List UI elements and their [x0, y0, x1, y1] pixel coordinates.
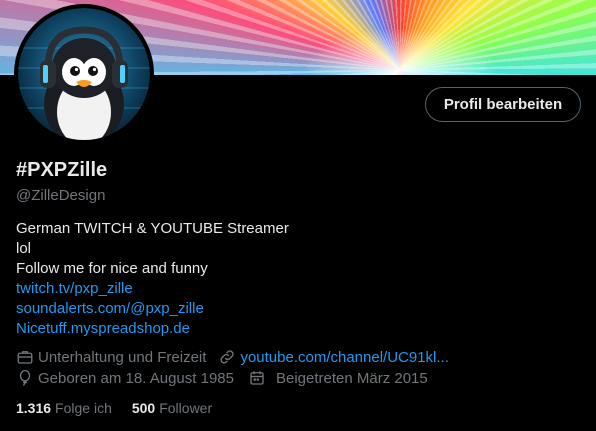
balloon-icon [19, 369, 31, 386]
meta-birthday: Geboren am 18. August 1985 [16, 369, 234, 387]
profile-avatar[interactable] [14, 4, 154, 144]
profile-bio: German TWITCH & YOUTUBE Streamer lol Fol… [16, 219, 289, 339]
link-icon [220, 350, 234, 364]
bio-line: German TWITCH & YOUTUBE Streamer [16, 220, 289, 237]
bio-link-soundalerts[interactable]: soundalerts.com/@pxp_zille [16, 300, 204, 317]
followers-label: Follower [159, 400, 213, 416]
bio-link-shop[interactable]: Nicetuff.myspreadshop.de [16, 320, 190, 337]
category-text: Unterhaltung und Freizeit [38, 348, 207, 366]
display-name: #PXPZille [16, 159, 108, 181]
edit-profile-button[interactable]: Profil bearbeiten [425, 87, 581, 122]
user-handle: @ZilleDesign [16, 187, 106, 204]
meta-website[interactable]: youtube.com/channel/UC91kl... [218, 348, 449, 366]
bio-line: lol [16, 240, 32, 257]
meta-joined: Beigetreten März 2015 [248, 369, 428, 387]
briefcase-icon [17, 351, 33, 364]
following-stat[interactable]: 1.316 Folge ich [16, 400, 112, 416]
calendar-icon [250, 371, 264, 385]
following-count: 1.316 [16, 400, 52, 416]
followers-stat[interactable]: 500 Follower [132, 400, 212, 416]
bio-line: Follow me for nice and funny [16, 260, 208, 277]
follow-stats: 1.316 Folge ich 500 Follower [16, 400, 212, 416]
meta-category: Unterhaltung und Freizeit [16, 348, 206, 366]
website-link[interactable]: youtube.com/channel/UC91kl... [240, 349, 448, 366]
bio-link-twitch[interactable]: twitch.tv/pxp_zille [16, 280, 133, 297]
birthday-text: Geboren am 18. August 1985 [38, 369, 234, 387]
profile-meta-row: Unterhaltung und Freizeit youtube.com/ch… [16, 348, 449, 366]
following-label: Folge ich [55, 400, 112, 416]
profile-meta-row-2: Geboren am 18. August 1985 Beigetreten M… [16, 369, 428, 387]
penguin-avatar-image [18, 8, 150, 140]
followers-count: 500 [131, 400, 156, 416]
joined-text: Beigetreten März 2015 [275, 369, 428, 387]
